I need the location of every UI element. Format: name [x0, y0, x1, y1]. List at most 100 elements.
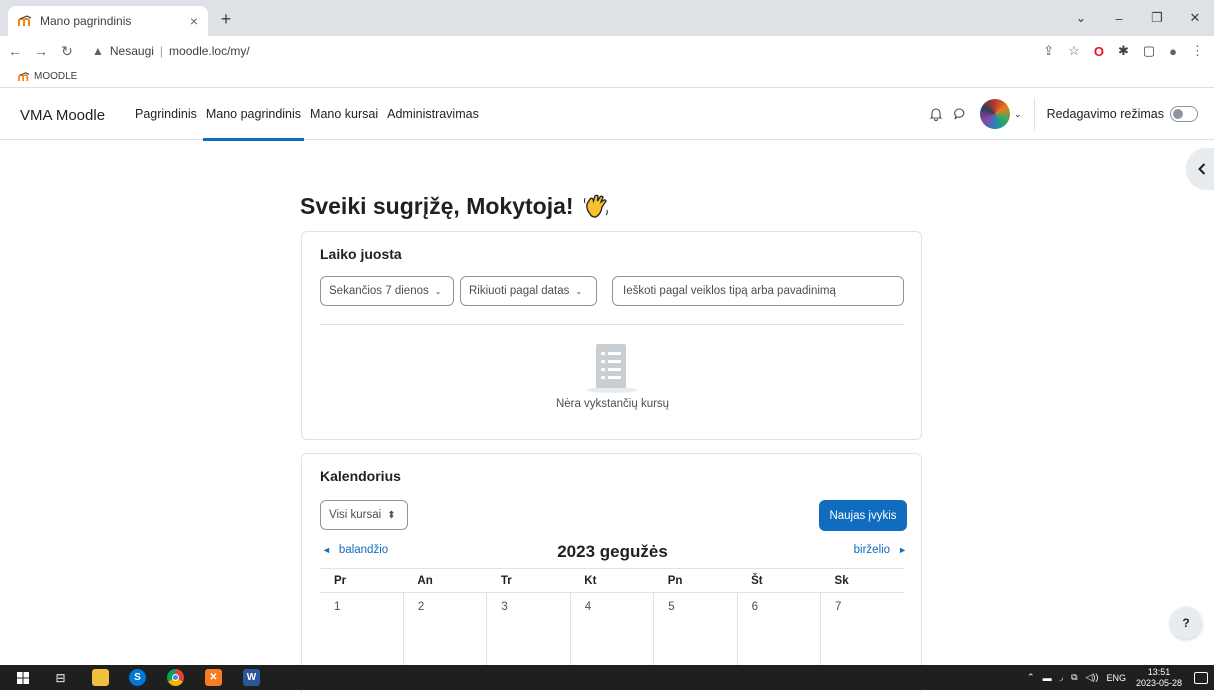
opera-extension-icon[interactable]: O	[1094, 44, 1104, 59]
minimize-icon[interactable]: –	[1100, 11, 1138, 26]
device-icon[interactable]: ⧉	[1071, 672, 1077, 683]
network-icon[interactable]: ◞	[1060, 672, 1064, 683]
calendar-day[interactable]: 6	[737, 592, 822, 673]
chevron-down-icon: ⌄	[434, 286, 442, 296]
taskbar-clock[interactable]: 13:51 2023-05-28	[1136, 667, 1182, 689]
browser-menu-icon[interactable]: ⋮	[1191, 43, 1204, 59]
reload-icon[interactable]: ↻	[56, 43, 78, 60]
calendar-day[interactable]: 7	[820, 592, 904, 673]
timeline-block: Laiko juosta Sekančios 7 dienos ⌄ Rikiuo…	[301, 231, 922, 440]
next-month-label: birželio	[853, 544, 891, 556]
notifications-icon[interactable]	[1194, 671, 1208, 684]
moodle-navbar: VMA Moodle Pagrindinis Mano pagrindinis …	[0, 88, 1214, 141]
task-view-icon[interactable]: ⊟	[52, 669, 69, 686]
weekday-header: Kt	[570, 568, 654, 593]
clock-date: 2023-05-28	[1135, 677, 1182, 688]
sort-updown-icon: ⬍	[387, 509, 396, 521]
bookmark-star-icon[interactable]: ☆	[1068, 43, 1080, 59]
weekday-header: Pr	[320, 568, 404, 593]
bookmark-moodle[interactable]: MOODLE	[34, 71, 77, 82]
new-tab-button[interactable]: +	[214, 8, 238, 32]
system-tray: ⌃ ▬ ◞ ⧉ ◁)) ENG 13:51 2023-05-28	[1019, 665, 1208, 690]
windows-taskbar: ⊟ S ✕ W ⌃ ▬ ◞ ⧉ ◁)) ENG 13:51 2023-05-28	[0, 665, 1214, 690]
timeline-search-input[interactable]	[612, 276, 904, 306]
chrome-icon[interactable]	[167, 669, 184, 686]
browser-tab-strip: Mano pagrindinis × + ⌄ – ❐ ✕	[0, 0, 1214, 36]
days-filter-value: Sekančios 7 dienos	[329, 285, 429, 297]
moodle-bookmark-icon	[18, 71, 30, 82]
edit-mode-label: Redagavimo režimas	[1046, 107, 1164, 121]
profile-icon[interactable]: ●	[1169, 44, 1177, 59]
calendar-day[interactable]: 1	[320, 592, 404, 673]
course-filter-value: Visi kursai	[329, 509, 382, 521]
timeline-days-filter[interactable]: Sekančios 7 dienos ⌄	[320, 276, 454, 306]
calendar-course-filter[interactable]: Visi kursai ⬍	[320, 500, 408, 530]
volume-icon[interactable]: ◁))	[1086, 672, 1099, 683]
tab-close-icon[interactable]: ×	[190, 13, 198, 29]
url-text: moodle.loc/my/	[169, 44, 250, 58]
arrow-right-icon: ►	[898, 545, 907, 555]
user-menu-caret-icon[interactable]: ⌄	[1014, 109, 1022, 120]
xampp-icon[interactable]: ✕	[205, 669, 222, 686]
sort-select-value: Rikiuoti pagal datas	[469, 285, 570, 297]
address-separator: |	[159, 44, 164, 58]
skype-icon[interactable]: S	[129, 669, 146, 686]
calendar-day[interactable]: 2	[403, 592, 488, 673]
nav-item-pagrindinis[interactable]: Pagrindinis	[132, 88, 200, 140]
clock-time: 13:51	[1147, 666, 1171, 677]
primary-navigation: Pagrindinis Mano pagrindinis Mano kursai…	[132, 88, 485, 141]
edit-mode-toggle[interactable]	[1170, 106, 1198, 122]
waving-hand-icon	[582, 192, 610, 220]
forward-icon[interactable]: →	[30, 43, 52, 59]
weekday-header: Pn	[653, 568, 738, 593]
word-icon[interactable]: W	[243, 669, 260, 686]
weekday-header: Št	[737, 568, 821, 593]
battery-icon[interactable]: ▬	[1043, 673, 1052, 683]
calendar-day[interactable]: 4	[570, 592, 655, 673]
weekday-header-row: Pr An Tr Kt Pn Št Sk	[320, 568, 904, 593]
user-avatar[interactable]	[980, 99, 1011, 129]
tab-title: Mano pagrindinis	[40, 14, 132, 28]
extensions-puzzle-icon[interactable]: ✱	[1118, 43, 1129, 59]
windows-start-icon[interactable]	[14, 669, 31, 686]
file-explorer-icon[interactable]	[92, 669, 109, 686]
side-panel-icon[interactable]: ▢	[1143, 43, 1155, 59]
nav-item-mano-kursai[interactable]: Mano kursai	[307, 88, 381, 140]
close-window-icon[interactable]: ✕	[1176, 10, 1214, 26]
site-brand[interactable]: VMA Moodle	[20, 107, 105, 124]
open-block-drawer-button[interactable]	[1186, 148, 1214, 190]
restore-icon[interactable]: ❐	[1138, 10, 1176, 26]
browser-extensions: ⇪ ☆ O ✱ ▢ ● ⋮	[1043, 36, 1210, 66]
page-title: Sveiki sugrįžę, Mokytoja!	[300, 192, 610, 220]
nav-item-mano-pagrindinis[interactable]: Mano pagrindinis	[202, 88, 305, 141]
tab-search-icon[interactable]: ⌄	[1062, 10, 1100, 26]
timeline-empty-message: Nėra vykstančių kursų	[555, 398, 670, 410]
window-controls: ⌄ – ❐ ✕	[1062, 0, 1214, 36]
calendar-day[interactable]: 3	[486, 592, 571, 673]
warning-icon[interactable]: ▲	[92, 44, 104, 58]
chevron-left-icon	[1198, 163, 1206, 175]
calendar-day[interactable]: 5	[653, 592, 738, 673]
empty-list-icon	[584, 342, 640, 394]
weekday-header: Sk	[820, 568, 904, 593]
navbar-user-area: ⌄ Redagavimo režimas	[924, 88, 1198, 140]
messages-icon[interactable]	[953, 107, 967, 121]
navbar-divider	[1033, 98, 1035, 130]
notifications-bell-icon[interactable]	[929, 107, 943, 121]
security-label: Nesaugi	[109, 44, 154, 58]
nav-item-administravimas[interactable]: Administravimas	[384, 88, 482, 140]
calendar-title: Kalendorius	[320, 468, 401, 484]
tray-chevron-up-icon[interactable]: ⌃	[1027, 672, 1035, 683]
next-month-link[interactable]: birželio ►	[854, 544, 907, 556]
calendar-month-table: Pr An Tr Kt Pn Št Sk 1 2 3 4 5 6 7	[320, 568, 904, 673]
chevron-down-icon: ⌄	[575, 286, 583, 296]
browser-tab[interactable]: Mano pagrindinis ×	[8, 6, 208, 36]
share-icon[interactable]: ⇪	[1043, 43, 1054, 59]
calendar-block: Kalendorius Visi kursai ⬍ Naujas įvykis …	[301, 453, 922, 693]
help-button[interactable]: ?	[1170, 607, 1202, 639]
language-indicator[interactable]: ENG	[1106, 673, 1126, 683]
timeline-sort-select[interactable]: Rikiuoti pagal datas ⌄	[460, 276, 597, 306]
back-icon[interactable]: ←	[4, 43, 26, 59]
address-bar[interactable]: ▲ Nesaugi | moodle.loc/my/	[92, 38, 1062, 64]
new-event-button[interactable]: Naujas įvykis	[819, 500, 907, 531]
